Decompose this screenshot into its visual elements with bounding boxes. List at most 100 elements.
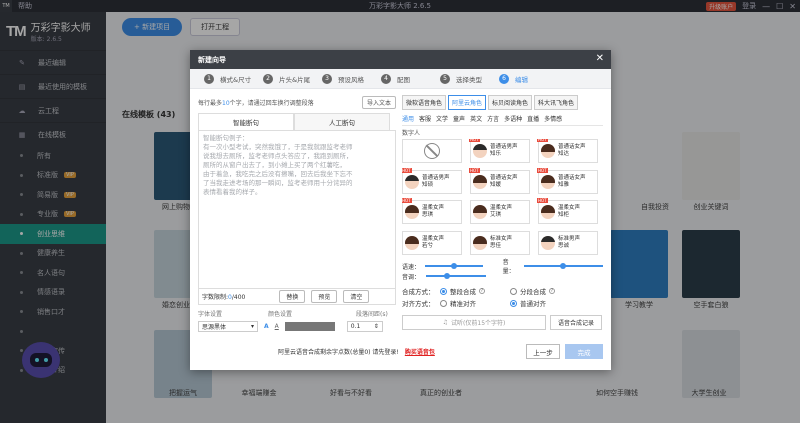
voice-grid: HOT 普通话男声 知乐 HOT 普通话女声 知达 HOT 普通话男声 知硕 HOT 普通话女… bbox=[402, 139, 603, 255]
hot-badge: HOT bbox=[402, 167, 412, 173]
voice-avatar bbox=[541, 205, 555, 219]
voice-avatar bbox=[541, 235, 555, 250]
voice-name: 标准女声 思佳 bbox=[490, 235, 513, 249]
voice-option[interactable]: HOT 普通话男声 知乐 bbox=[469, 139, 530, 163]
voice-name: 普通话女声 知雅 bbox=[558, 174, 586, 188]
prev-step-button[interactable]: 上一步 bbox=[526, 344, 560, 359]
preview-button[interactable]: 预览 bbox=[311, 290, 338, 303]
spacing-stepper[interactable]: 0.1 ⇕ bbox=[346, 321, 383, 332]
hot-badge: HOT bbox=[469, 139, 480, 142]
hot-badge: HOT bbox=[469, 167, 480, 173]
import-text-button[interactable]: 导入文本 bbox=[361, 95, 396, 109]
tab-iflytek-voice[interactable]: 科大讯飞角色 bbox=[534, 95, 579, 110]
voice-name: 温柔女声 若兮 bbox=[422, 235, 445, 249]
clear-button[interactable]: 清空 bbox=[343, 290, 370, 303]
wizard-step[interactable]: 3 预设风格 bbox=[322, 73, 381, 84]
finish-button[interactable]: 完成 bbox=[565, 344, 603, 359]
pitch-slider[interactable] bbox=[426, 273, 486, 279]
stepper-icon: ⇕ bbox=[373, 323, 379, 330]
voice-option[interactable]: HOT 普通话男声 知硕 bbox=[402, 167, 462, 194]
line-limit-hint: 每行最多10个字，请通过回车换行调整段落 bbox=[198, 99, 314, 107]
spacing-setting-label: 段落间距(s) bbox=[356, 311, 388, 318]
voice-cat[interactable]: 英文 bbox=[470, 114, 482, 123]
help-icon: ? bbox=[549, 288, 555, 294]
wizard-step[interactable]: 1 横式&尺寸 bbox=[204, 73, 263, 84]
no-voice-option[interactable] bbox=[402, 139, 462, 163]
voice-cat[interactable]: 直播 bbox=[527, 114, 539, 123]
voice-option[interactable]: 温柔女声 若兮 bbox=[402, 230, 462, 255]
headphone-icon: ♫ bbox=[442, 319, 449, 326]
chevron-down-icon: ▾ bbox=[250, 323, 254, 330]
voice-cat[interactable]: 多语种 bbox=[504, 114, 522, 123]
voice-pane: 微软语音角色 阿里云角色 标贝阅读角色 科大讯飞角色 通用 客服 文学 童声 英… bbox=[402, 95, 603, 330]
voice-option[interactable]: HOT 普通话女声 知达 bbox=[537, 139, 598, 163]
voice-option[interactable]: HOT 普通话女声 知雅 bbox=[537, 167, 598, 194]
dialog-footer: 阿里云语音合成剩余字点数(总量0) 请先登录! 购买语音包 上一步 完成 bbox=[190, 342, 611, 362]
voice-name: 温柔女声 艾琪 bbox=[490, 205, 513, 218]
hot-badge: HOT bbox=[537, 139, 548, 142]
help-icon: ? bbox=[479, 288, 485, 294]
tab-manual-break[interactable]: 人工断句 bbox=[294, 113, 390, 130]
voice-name: 温柔女声 思琪 bbox=[422, 205, 445, 218]
stroke-color-icon[interactable]: A bbox=[275, 323, 279, 330]
hot-badge: HOT bbox=[537, 198, 548, 203]
wizard-step-active[interactable]: 6 编辑 bbox=[499, 73, 558, 84]
voice-option[interactable]: HOT 温柔女声 思琪 bbox=[402, 198, 462, 224]
buy-voice-pack-link[interactable]: 购买语音包 bbox=[405, 349, 435, 356]
text-edit-pane: 每行最多10个字，请通过回车换行调整段落 导入文本 智能断句 人工断句 智能断句… bbox=[198, 95, 396, 332]
synth-whole-radio[interactable]: 整段合成? bbox=[440, 286, 510, 296]
voice-avatar bbox=[473, 205, 487, 219]
wizard-step[interactable]: 4 配图 bbox=[381, 73, 440, 84]
tab-aliyun-voice[interactable]: 阿里云角色 bbox=[448, 95, 487, 110]
voice-avatar bbox=[473, 235, 487, 250]
dialog-header: 新建向导 ✕ bbox=[190, 50, 611, 69]
script-textarea[interactable]: 智能断句例子： 有一次小型考试，突然我饿了，于是我就跟监考老师 说我想去厕所，监… bbox=[198, 131, 396, 289]
hot-badge: HOT bbox=[537, 167, 548, 173]
voice-cat[interactable]: 童声 bbox=[453, 114, 465, 123]
replace-button[interactable]: 替换 bbox=[279, 290, 306, 303]
color-swatch[interactable] bbox=[284, 322, 335, 331]
voice-option[interactable]: HOT 温柔女声 知柜 bbox=[537, 198, 598, 224]
volume-slider[interactable] bbox=[523, 263, 603, 269]
voice-avatar bbox=[541, 144, 555, 158]
char-limit: 字数限制:0/400 bbox=[202, 294, 246, 301]
voice-option[interactable]: HOT 普通话女声 知媛 bbox=[469, 167, 530, 194]
dialog-close-icon[interactable]: ✕ bbox=[596, 54, 604, 64]
wizard-steps: 1 横式&尺寸 2 片头&片尾 3 预设风格 4 配图 5 选择类型 6 编辑 bbox=[190, 69, 611, 89]
voice-avatar bbox=[473, 174, 487, 189]
voice-cat[interactable]: 通用 bbox=[402, 114, 414, 123]
voice-option[interactable]: 标准男声 思诚 bbox=[538, 230, 598, 255]
text-color-icon[interactable]: A bbox=[264, 323, 269, 330]
synth-segment-radio[interactable]: 分段合成? bbox=[510, 286, 580, 296]
align-normal-radio[interactable]: 普通对齐 bbox=[510, 298, 580, 308]
align-mode-label: 对齐方式： bbox=[402, 300, 435, 308]
voice-option[interactable]: 标准女声 思佳 bbox=[470, 230, 530, 255]
balance-text: 阿里云语音合成剩余字点数(总量0) 请先登录! 购买语音包 bbox=[278, 349, 435, 356]
synthesis-record-button[interactable]: 语音合成记录 bbox=[550, 315, 602, 330]
tab-microsoft-voice[interactable]: 微软语音角色 bbox=[402, 95, 447, 110]
voice-avatar bbox=[405, 205, 419, 219]
voice-avatar bbox=[405, 174, 419, 189]
voice-cat[interactable]: 多情感 bbox=[544, 114, 562, 123]
voice-name: 普通话女声 知媛 bbox=[490, 174, 518, 188]
font-select[interactable]: 思源黑体 ▾ bbox=[198, 321, 258, 332]
speed-label: 语速： bbox=[402, 263, 421, 271]
voice-cat[interactable]: 方言 bbox=[487, 114, 499, 123]
voice-name: 标准男声 思诚 bbox=[558, 235, 581, 249]
wizard-step[interactable]: 5 选择类型 bbox=[440, 73, 499, 84]
tab-biaobei-voice[interactable]: 标贝阅读角色 bbox=[488, 95, 533, 110]
speed-slider[interactable] bbox=[425, 263, 484, 269]
voice-name: 温柔女声 知柜 bbox=[558, 205, 581, 218]
voice-name: 普通话女声 知达 bbox=[558, 144, 586, 157]
voice-option[interactable]: 温柔女声 艾琪 bbox=[470, 200, 530, 224]
tab-smart-break[interactable]: 智能断句 bbox=[198, 113, 294, 130]
voice-cat[interactable]: 客服 bbox=[419, 114, 431, 123]
voice-avatar bbox=[473, 144, 487, 158]
voice-cat[interactable]: 文学 bbox=[436, 114, 448, 123]
listen-button[interactable]: ♫ 试听(仅前15个字符) bbox=[402, 315, 546, 330]
align-precise-radio[interactable]: 精准对齐 bbox=[440, 298, 510, 308]
hot-badge: HOT bbox=[402, 198, 412, 203]
font-setting-label: 字体设置 bbox=[198, 311, 223, 318]
wizard-step[interactable]: 2 片头&片尾 bbox=[263, 73, 322, 84]
color-setting-label: 颜色设置 bbox=[268, 311, 293, 318]
